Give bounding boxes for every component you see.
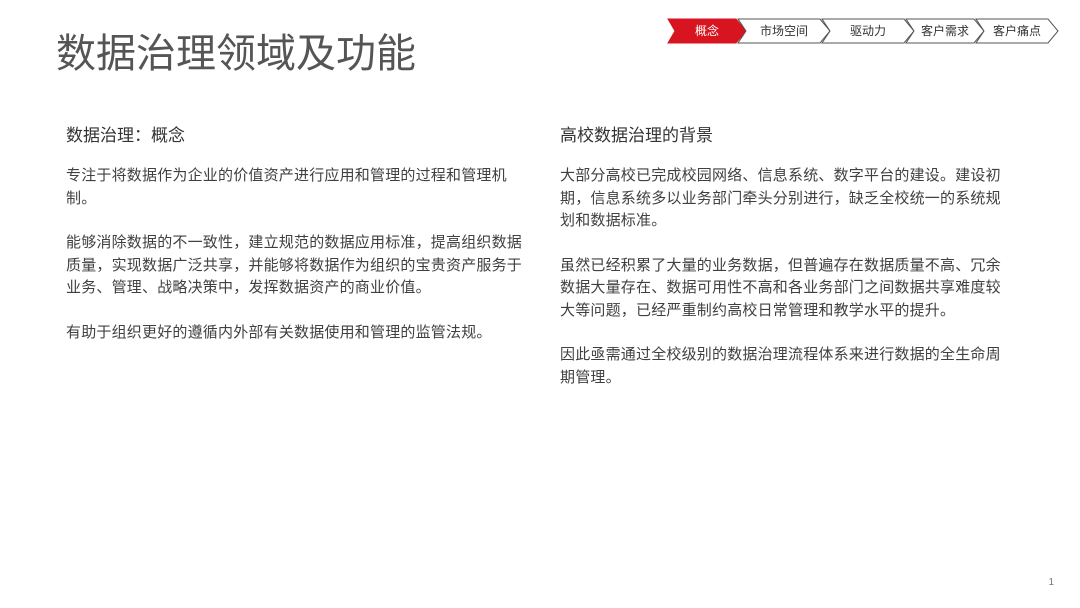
background-column: 高校数据治理的背景 大部分高校已完成校园网络、信息系统、数字平台的建设。建设初期… bbox=[560, 122, 1012, 410]
nav-step-driver[interactable]: 驱动力 bbox=[821, 18, 915, 44]
section-nav: 概念 市场空间 驱动力 客户需求 客户痛点 bbox=[667, 18, 1060, 44]
nav-step-market-label: 市场空间 bbox=[759, 24, 808, 38]
concept-heading: 数据治理：概念 bbox=[66, 126, 185, 146]
page-title: 数据治理领域及功能 bbox=[56, 31, 416, 77]
background-paragraph: 大部分高校已完成校园网络、信息系统、数字平台的建设。建设初期，信息系统多以业务部… bbox=[560, 166, 1001, 229]
concept-paragraph: 专注于将数据作为企业的价值资产进行应用和管理的过程和管理机制。 bbox=[66, 166, 507, 207]
background-paragraph: 虽然已经积累了大量的业务数据，但普遍存在数据质量不高、冗余数据大量存在、数据可用… bbox=[560, 255, 1001, 319]
nav-step-concept[interactable]: 概念 bbox=[667, 18, 747, 44]
nav-step-market[interactable]: 市场空间 bbox=[737, 18, 831, 44]
page-number: 1 bbox=[1048, 577, 1054, 588]
concept-column: 数据治理：概念 专注于将数据作为企业的价值资产进行应用和管理的过程和管理机制。 … bbox=[66, 122, 526, 365]
concept-paragraph: 能够消除数据的不一致性，建立规范的数据应用标准，提高组织数据质量，实现数据广泛共… bbox=[66, 233, 523, 296]
concept-paragraph: 有助于组织更好的遵循内外部有关数据使用和管理的监管法规。 bbox=[66, 322, 492, 341]
nav-step-pain-points[interactable]: 客户痛点 bbox=[975, 18, 1059, 44]
background-heading: 高校数据治理的背景 bbox=[560, 126, 713, 146]
background-paragraph: 因此亟需通过全校级别的数据治理流程体系来进行数据的全生命周期管理。 bbox=[560, 345, 1001, 386]
nav-step-needs[interactable]: 客户需求 bbox=[905, 18, 985, 44]
nav-step-concept-label: 概念 bbox=[694, 24, 719, 38]
nav-step-needs-label: 客户需求 bbox=[920, 24, 969, 38]
nav-step-pain-points-label: 客户痛点 bbox=[992, 24, 1041, 38]
nav-step-driver-label: 驱动力 bbox=[849, 24, 886, 38]
